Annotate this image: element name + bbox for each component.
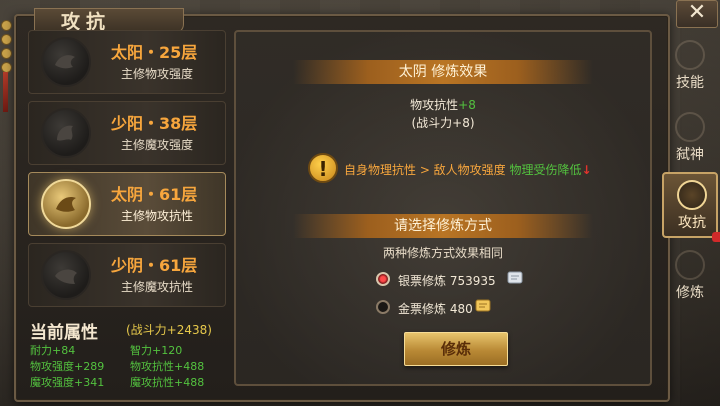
dragon-emblem-icon	[41, 37, 91, 87]
effect-stat-label: 物攻抗性	[410, 98, 459, 112]
attr-row: 魔攻抗性+488	[130, 374, 204, 390]
tab-attack-resist[interactable]: 攻抗	[662, 172, 718, 238]
attr-row: 耐力+84	[30, 342, 75, 358]
option-value: 753935	[449, 274, 496, 288]
cultivate-button[interactable]: 修炼	[404, 332, 508, 366]
gold-ticket-icon	[475, 299, 491, 312]
warning-icon: !	[308, 153, 338, 183]
effect-stat-value: +8	[458, 98, 476, 112]
option-label: 金票修炼	[398, 302, 447, 316]
silver-radio[interactable]	[376, 272, 390, 286]
note-prefix: 自身物理抗性 > 敌人物攻强度	[344, 163, 506, 177]
skill-icon	[675, 40, 705, 70]
stage-item-shaoyin[interactable]: 少阴・61层 主修魔攻抗性	[28, 243, 226, 307]
stage-desc: 主修魔攻强度	[121, 138, 194, 152]
note-suffix: 物理受伤降低	[509, 163, 582, 177]
attr-value: +120	[152, 344, 183, 357]
tab-label: 技能	[676, 75, 704, 91]
attr-value: +289	[74, 360, 105, 373]
attr-value: +341	[74, 376, 105, 389]
stage-name: 太阳・25层	[111, 43, 198, 62]
attr-label: 魔攻抗性	[130, 376, 174, 389]
stage-name: 太阴・61层	[111, 185, 198, 204]
stage-name: 少阴・61层	[111, 256, 198, 275]
notification-dot	[712, 232, 720, 242]
effect-note: 自身物理抗性 > 敌人物攻强度 物理受伤降低↓	[344, 161, 592, 178]
attr-label: 物攻抗性	[130, 360, 174, 373]
cultivate-icon	[675, 250, 705, 280]
stage-name: 少阳・38层	[111, 114, 198, 133]
attr-value: +488	[174, 376, 205, 389]
attr-label: 物攻强度	[30, 360, 74, 373]
chain-ornament	[0, 20, 12, 112]
effect-stat: 物攻抗性+8	[236, 96, 650, 113]
gold-radio[interactable]	[376, 300, 390, 314]
tab-label: 攻抗	[678, 215, 706, 231]
tiger-emblem-icon	[41, 250, 91, 300]
effect-power: (战斗力+8)	[411, 116, 475, 130]
tab-label: 弑神	[676, 147, 704, 163]
option-value: 480	[449, 302, 473, 316]
attributes-power: (战斗力+2438)	[126, 323, 212, 337]
option-label: 银票修炼	[398, 274, 447, 288]
stage-desc: 主修魔攻抗性	[121, 280, 194, 294]
silver-option[interactable]: 银票修炼 753935	[398, 272, 496, 289]
tab-skill[interactable]: 技能	[662, 34, 718, 98]
effect-panel: 太阴 修炼效果 物攻抗性+8 (战斗力+8) ! 自身物理抗性 > 敌人物攻强度…	[234, 30, 652, 386]
attr-row: 智力+120	[130, 342, 182, 358]
stage-item-shaoyang[interactable]: 少阳・38层 主修魔攻强度	[28, 101, 226, 165]
effect-title: 太阴 修炼效果	[293, 60, 593, 84]
stage-item-taiyang[interactable]: 太阳・25层 主修物攻强度	[28, 30, 226, 94]
crane-emblem-icon	[41, 179, 91, 229]
attr-row: 物攻强度+289	[30, 358, 104, 374]
down-arrow-icon: ↓	[581, 163, 592, 177]
stage-desc: 主修物攻抗性	[121, 209, 194, 223]
attr-value: +84	[52, 344, 76, 357]
attr-row: 物攻抗性+488	[130, 358, 204, 374]
phoenix-emblem-icon	[41, 108, 91, 158]
attr-value: +488	[174, 360, 205, 373]
gold-option[interactable]: 金票修炼 480	[398, 300, 473, 317]
attr-label: 耐力	[30, 344, 52, 357]
close-button[interactable]: ✕	[676, 0, 718, 28]
attributes-heading: 当前属性	[30, 323, 98, 343]
method-title: 请选择修炼方式	[293, 214, 593, 238]
stage-item-taiyin[interactable]: 太阴・61层 主修物攻抗性	[28, 172, 226, 236]
stage-desc: 主修物攻强度	[121, 67, 194, 81]
tab-cultivate[interactable]: 修炼	[662, 244, 718, 308]
tab-label: 修炼	[676, 285, 704, 301]
tab-godslayer[interactable]: 弑神	[662, 106, 718, 170]
current-attributes: 当前属性 (战斗力+2438) 耐力+84 智力+120 物攻强度+289 物攻…	[28, 318, 233, 390]
attack-resist-icon	[677, 180, 707, 210]
attr-label: 智力	[130, 344, 152, 357]
silver-ticket-icon	[507, 271, 523, 284]
godslayer-icon	[675, 112, 705, 142]
method-subtitle: 两种修炼方式效果相同	[382, 246, 503, 260]
attr-row: 魔攻强度+341	[30, 374, 104, 390]
attr-label: 魔攻强度	[30, 376, 74, 389]
